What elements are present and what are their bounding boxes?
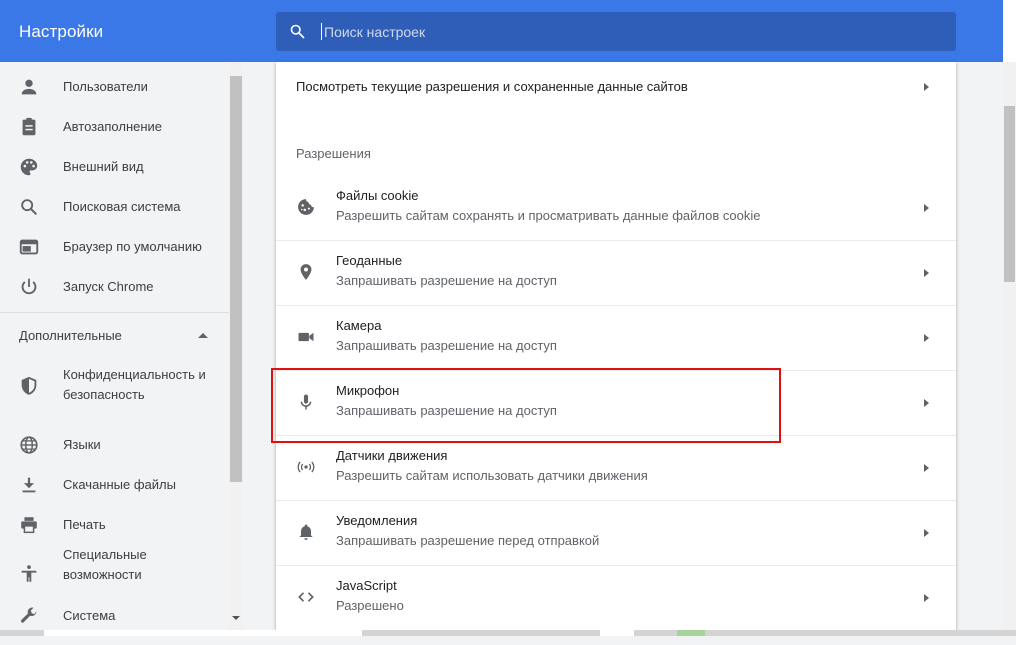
sidebar-scrollbar-thumb[interactable] xyxy=(230,76,242,482)
permission-title: Файлы cookie xyxy=(336,188,419,203)
permission-subtitle: Разрешить сайтам сохранять и просматрива… xyxy=(336,208,761,223)
page-scrollbar[interactable] xyxy=(1003,62,1016,630)
sidebar-item-label: Система xyxy=(63,608,116,623)
page-scrollbar-thumb[interactable] xyxy=(1004,106,1015,282)
chevron-right-icon xyxy=(924,83,929,91)
permission-row-microphone[interactable]: Микрофон Запрашивать разрешение на досту… xyxy=(276,370,956,435)
permission-subtitle: Запрашивать разрешение на доступ xyxy=(336,273,557,288)
sidebar-item-label: Специальные возможности xyxy=(63,547,147,582)
taskbar-edge xyxy=(0,630,1016,636)
sidebar-item-label: Языки xyxy=(63,437,101,452)
permission-title: Геоданные xyxy=(336,253,403,268)
sidebar: Пользователи Автозаполнение Внешний вид … xyxy=(0,62,229,630)
sidebar-item-appearance[interactable]: Внешний вид xyxy=(0,147,229,187)
permission-subtitle: Запрашивать разрешение перед отправкой xyxy=(336,533,600,548)
permission-row-cookies[interactable]: Файлы cookie Разрешить сайтам сохранять … xyxy=(276,176,956,240)
sidebar-item-label: Автозаполнение xyxy=(63,119,163,134)
search-icon xyxy=(21,199,38,216)
taskbar-segment xyxy=(600,630,634,636)
permission-subtitle: Разрешить сайтам использовать датчики дв… xyxy=(336,468,648,483)
clipboard-icon xyxy=(22,117,36,136)
permission-title: Микрофон xyxy=(336,383,400,398)
permission-row-camera[interactable]: Камера Запрашивать разрешение на доступ xyxy=(276,305,956,370)
scroll-down-arrow-icon[interactable] xyxy=(232,616,240,620)
sidebar-item-label: Внешний вид xyxy=(63,159,144,174)
person-icon xyxy=(21,79,37,95)
accessibility-icon xyxy=(21,565,37,582)
sidebar-item-label: Браузер по умолчанию xyxy=(63,239,202,254)
download-icon xyxy=(22,477,36,493)
motion-sensor-icon xyxy=(297,461,315,473)
sidebar-item-languages[interactable]: Языки xyxy=(0,425,229,465)
sidebar-item-default-browser[interactable]: Браузер по умолчанию xyxy=(0,227,229,267)
sidebar-item-label: Конфиденциальность и безопасность xyxy=(63,367,206,402)
sidebar-divider xyxy=(0,312,229,313)
permission-row-motion-sensors[interactable]: Датчики движения Разрешить сайтам исполь… xyxy=(276,435,956,500)
palette-icon xyxy=(20,158,38,176)
power-icon xyxy=(21,278,37,295)
advanced-section-toggle[interactable]: Дополнительные xyxy=(19,328,122,343)
chevron-right-icon xyxy=(924,529,929,537)
taskbar-segment xyxy=(44,630,362,636)
wrench-icon xyxy=(20,607,37,623)
sidebar-item-label: Запуск Chrome xyxy=(63,279,154,294)
printer-icon xyxy=(21,517,37,534)
taskbar-segment xyxy=(677,630,705,636)
site-settings-card: Посмотреть текущие разрешения и сохранен… xyxy=(276,62,956,630)
cookie-icon xyxy=(298,199,314,215)
permission-subtitle: Разрешено xyxy=(336,598,404,613)
sidebar-item-users[interactable]: Пользователи xyxy=(0,67,229,107)
chevron-right-icon xyxy=(924,594,929,602)
permission-row-javascript[interactable]: JavaScript Разрешено xyxy=(276,565,956,630)
permissions-heading: Разрешения xyxy=(296,146,371,161)
sidebar-item-privacy[interactable]: Конфиденциальность и безопасность xyxy=(0,365,229,421)
permission-title: Камера xyxy=(336,318,382,333)
page-title: Настройки xyxy=(19,22,104,41)
sidebar-scrollbar[interactable] xyxy=(229,62,243,630)
sidebar-item-printing[interactable]: Печать xyxy=(0,505,229,545)
permission-row-notifications[interactable]: Уведомления Запрашивать разрешение перед… xyxy=(276,500,956,565)
view-permissions-link[interactable]: Посмотреть текущие разрешения и сохранен… xyxy=(276,62,956,114)
permission-title: JavaScript xyxy=(336,578,397,593)
search-input[interactable] xyxy=(322,20,926,44)
bell-icon xyxy=(299,524,313,540)
shield-icon xyxy=(21,376,37,395)
sidebar-item-autofill[interactable]: Автозаполнение xyxy=(0,107,229,147)
chevron-right-icon xyxy=(924,399,929,407)
chevron-right-icon xyxy=(924,464,929,472)
chevron-right-icon xyxy=(924,204,929,212)
permission-row-location[interactable]: Геоданные Запрашивать разрешение на дост… xyxy=(276,240,956,305)
sidebar-item-label: Печать xyxy=(63,517,106,532)
camera-icon xyxy=(298,332,314,342)
view-permissions-label: Посмотреть текущие разрешения и сохранен… xyxy=(296,79,688,94)
search-box[interactable] xyxy=(276,12,956,51)
permission-subtitle: Запрашивать разрешение на доступ xyxy=(336,403,557,418)
permission-title: Уведомления xyxy=(336,513,418,528)
sidebar-item-on-startup[interactable]: Запуск Chrome xyxy=(0,267,229,307)
chevron-up-icon[interactable] xyxy=(198,333,208,338)
sidebar-item-accessibility[interactable]: Специальные возможности xyxy=(0,545,229,601)
sidebar-item-downloads[interactable]: Скачанные файлы xyxy=(0,465,229,505)
sidebar-item-search-engine[interactable]: Поисковая система xyxy=(0,187,229,227)
globe-icon xyxy=(20,436,38,454)
chevron-right-icon xyxy=(924,334,929,342)
permission-title: Датчики движения xyxy=(336,448,448,463)
browser-window-icon xyxy=(19,239,39,255)
sidebar-item-label: Пользователи xyxy=(63,79,148,94)
search-icon[interactable] xyxy=(289,23,306,40)
code-icon xyxy=(298,592,314,602)
sidebar-item-label: Поисковая система xyxy=(63,199,181,214)
sidebar-item-label: Скачанные файлы xyxy=(63,477,176,492)
location-pin-icon xyxy=(300,264,312,280)
settings-header: Настройки xyxy=(0,0,1003,62)
microphone-icon xyxy=(300,394,312,410)
permission-subtitle: Запрашивать разрешение на доступ xyxy=(336,338,557,353)
header-scroll-gap xyxy=(1003,0,1016,62)
sidebar-item-system[interactable]: Система xyxy=(0,605,229,645)
chevron-right-icon xyxy=(924,269,929,277)
